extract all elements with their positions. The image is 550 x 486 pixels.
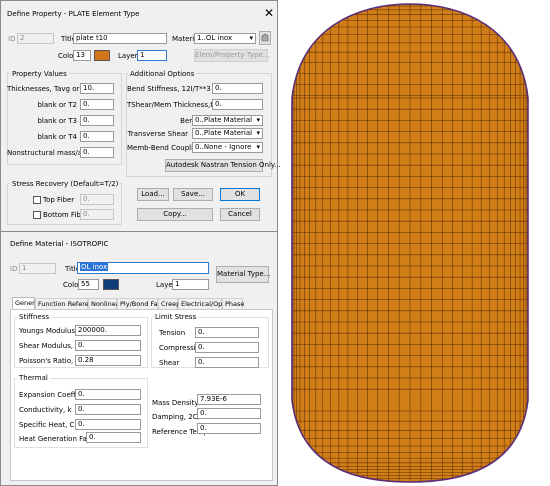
- tab-general[interactable]: General: [12, 297, 41, 309]
- bottom-fiber-field: 0.: [80, 209, 114, 220]
- bend-stiffness-field[interactable]: 0.: [212, 83, 263, 94]
- close-icon[interactable]: ✕: [264, 7, 274, 19]
- stiffness-label: Stiffness: [17, 312, 51, 322]
- coupling-label: Memb-Bend Coupling: [127, 144, 202, 152]
- nastran-tension-button[interactable]: Autodesk Nastran Tension Only...: [165, 159, 281, 172]
- shear-field[interactable]: 0.: [195, 357, 259, 368]
- transverse-shear-label: Transverse Shear: [127, 130, 188, 138]
- mat-color-field[interactable]: 55: [78, 279, 99, 290]
- load-button[interactable]: Load...: [137, 188, 169, 201]
- t3-label: blank or T3: [37, 117, 77, 125]
- top-fiber-field: 0.: [80, 194, 114, 205]
- bending-select[interactable]: 0..Plate Material: [192, 115, 263, 126]
- tshear-field[interactable]: 0.: [212, 99, 263, 110]
- mat-id-field: 1: [19, 263, 56, 274]
- limit-stress-label: Limit Stress: [153, 312, 199, 322]
- id-field: 2: [17, 33, 54, 44]
- color-field[interactable]: 13: [73, 50, 91, 61]
- mat-id-label: ID: [10, 265, 18, 273]
- material-dialog-title: Define Material - ISOTROPIC: [10, 240, 109, 248]
- specific-heat-label: Specific Heat, Cp: [19, 421, 79, 429]
- shear-mod-label: Shear Modulus, G: [19, 342, 81, 350]
- material-select[interactable]: 1..OL inox: [194, 33, 256, 44]
- mass-density-field[interactable]: 7.93E-6: [197, 394, 261, 405]
- t4-label: blank or T4: [37, 133, 77, 141]
- bottom-fiber-checkbox[interactable]: [33, 211, 41, 219]
- tension-field[interactable]: 0.: [195, 327, 259, 338]
- t4-field[interactable]: 0.: [80, 131, 114, 142]
- ref-temp-field[interactable]: 0.: [197, 423, 261, 434]
- layer-field[interactable]: 1: [137, 50, 167, 61]
- mat-title-field[interactable]: OL inox: [77, 262, 209, 274]
- title-field[interactable]: plate t10: [73, 33, 167, 44]
- compression-field[interactable]: 0.: [195, 342, 259, 353]
- tab-function-references[interactable]: Function References: [35, 298, 104, 309]
- tab-ply-bond-failure[interactable]: Ply/Bond Failure: [117, 298, 172, 309]
- top-fiber-label: Top Fiber: [43, 196, 75, 204]
- material-icon-button[interactable]: [259, 31, 271, 45]
- tab-phase[interactable]: Phase: [222, 298, 244, 309]
- tshear-label: TShear/Mem Thickness,ts/t: [127, 101, 222, 109]
- id-label: ID: [8, 35, 16, 43]
- save-button[interactable]: Save...: [173, 188, 213, 201]
- dialog-title: Define Property - PLATE Element Type: [7, 10, 140, 18]
- damping-field[interactable]: 0.: [197, 408, 261, 419]
- mat-color-swatch[interactable]: [103, 279, 119, 290]
- conductivity-field[interactable]: 0.: [75, 404, 141, 415]
- tension-label: Tension: [159, 329, 186, 337]
- youngs-field[interactable]: 200000.: [75, 325, 141, 336]
- conductivity-label: Conductivity, k: [19, 406, 72, 414]
- thermal-label: Thermal: [17, 373, 50, 383]
- nsm-field[interactable]: 0.: [80, 147, 114, 158]
- coupling-select[interactable]: 0..None - Ignore: [192, 142, 263, 153]
- shear-label: Shear: [159, 359, 180, 367]
- additional-options-label: Additional Options: [128, 69, 197, 79]
- top-fiber-checkbox[interactable]: [33, 196, 41, 204]
- property-values-label: Property Values: [10, 69, 69, 79]
- layer-label: Layer: [118, 52, 138, 60]
- define-property-dialog: Define Property - PLATE Element Type ✕ I…: [0, 0, 281, 232]
- shear-mod-field[interactable]: 0.: [75, 340, 141, 351]
- color-swatch[interactable]: [94, 50, 110, 61]
- thickness-label: Thicknesses, Tavg or T1: [7, 85, 91, 93]
- thickness-field[interactable]: 10.: [80, 83, 114, 94]
- transverse-shear-select[interactable]: 0..Plate Material: [192, 128, 263, 139]
- mat-layer-field[interactable]: 1: [172, 279, 209, 290]
- t2-label: blank or T2: [37, 101, 77, 109]
- copy-button[interactable]: Copy...: [137, 208, 213, 221]
- elem-property-type-button[interactable]: Elem/Property Type...: [194, 49, 269, 62]
- cancel-button[interactable]: Cancel: [220, 208, 260, 221]
- poisson-field[interactable]: 0.28: [75, 355, 141, 366]
- mass-density-label: Mass Density: [152, 399, 199, 407]
- material-type-button[interactable]: Material Type...: [216, 266, 270, 283]
- stress-recovery-label: Stress Recovery (Default=T/2): [10, 179, 121, 189]
- tab-creep[interactable]: Creep: [158, 298, 180, 309]
- expansion-field[interactable]: 0.: [75, 389, 141, 400]
- heat-gen-field[interactable]: 0.: [86, 432, 141, 443]
- specific-heat-field[interactable]: 0.: [75, 419, 141, 430]
- bend-stiffness-label: Bend Stiffness, 12I/T**3: [127, 85, 211, 93]
- mat-title-selection: OL inox: [80, 263, 109, 271]
- t3-field[interactable]: 0.: [80, 115, 114, 126]
- ok-button[interactable]: OK: [220, 188, 260, 201]
- nsm-label: Nonstructural mass/area: [7, 149, 94, 157]
- t2-field[interactable]: 0.: [80, 99, 114, 110]
- tab-nonlinear[interactable]: Nonlinear: [88, 298, 122, 309]
- material-icon: [261, 33, 269, 42]
- tab-electrical-optical[interactable]: Electrical/Optical: [178, 298, 236, 309]
